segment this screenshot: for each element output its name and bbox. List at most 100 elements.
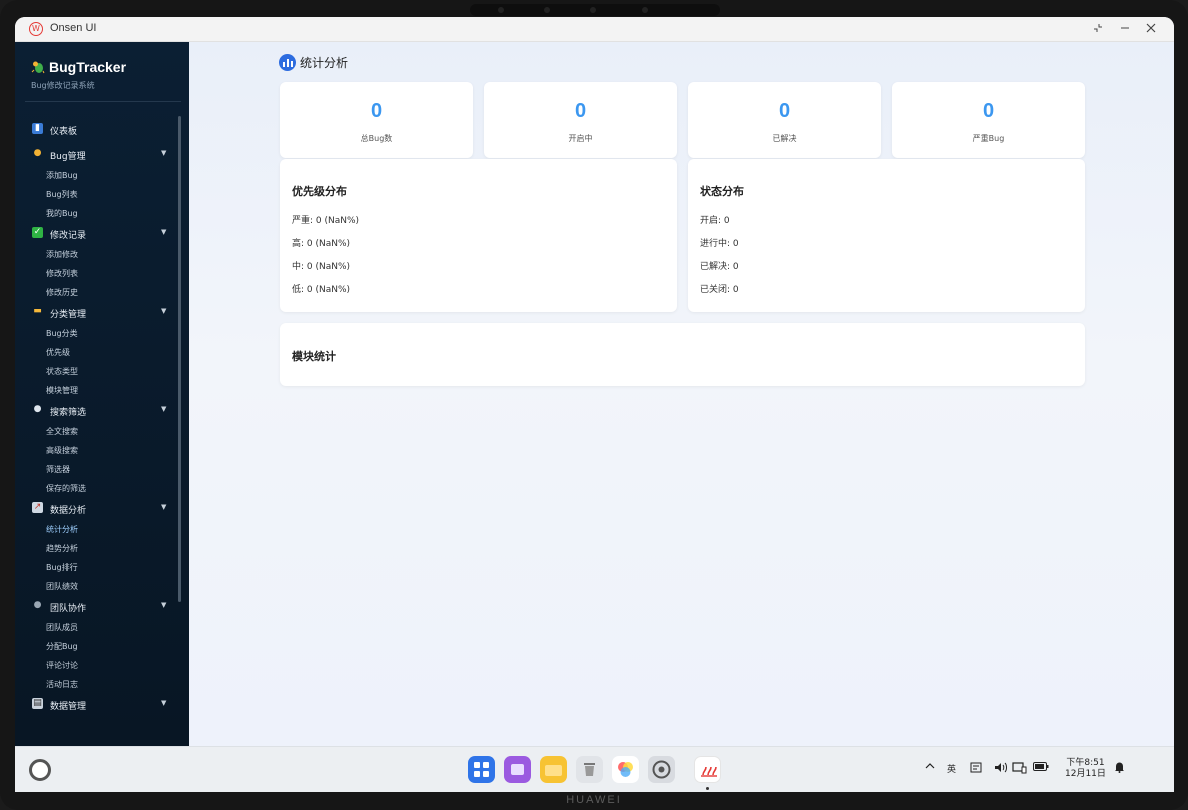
sidebar-group-label: 分类管理	[50, 310, 87, 320]
multitask-icon[interactable]	[504, 756, 531, 783]
sidebar-group[interactable]: ▮ 仪表板	[15, 119, 175, 144]
window-title: Onsen UI	[50, 22, 97, 34]
sidebar-item[interactable]: 分配Bug	[15, 637, 175, 656]
sidebar-item-label: 高级搜索	[46, 446, 78, 455]
app-grid-icon[interactable]	[468, 756, 495, 783]
stat-card-open: 0 开启中	[484, 82, 677, 158]
status-distribution-panel: 状态分布 开启: 0 进行中: 0 已解决: 0 已关闭: 0	[688, 159, 1085, 312]
input-method-indicator[interactable]: 英	[947, 762, 956, 775]
sidebar-item[interactable]: Bug排行	[15, 558, 175, 577]
sidebar-item-label: 修改历史	[46, 288, 78, 297]
sidebar-item[interactable]: 活动日志	[15, 675, 175, 694]
system-clock[interactable]: 下午8:51 12月11日	[1065, 758, 1106, 780]
sidebar-item-label: 保存的筛选	[46, 484, 86, 493]
close-window-button[interactable]	[1141, 20, 1161, 38]
bar-chart-icon: ▮	[32, 123, 43, 134]
sidebar-item[interactable]: 高级搜索	[15, 441, 175, 460]
priority-row: 高: 0 (NaN%)	[292, 239, 351, 249]
bug-icon	[31, 61, 45, 74]
start-button[interactable]	[29, 759, 51, 781]
sidebar-item[interactable]: 模块管理	[15, 381, 175, 400]
priority-row: 中: 0 (NaN%)	[292, 262, 351, 272]
gallery-icon[interactable]	[612, 756, 639, 783]
screen: W Onsen UI BugTracker Bug修改记录系统 ▮ 仪表板 ● …	[15, 17, 1174, 792]
sidebar: BugTracker Bug修改记录系统 ▮ 仪表板 ● Bug管理 ▼ 添加Bug Bug…	[15, 42, 189, 746]
chevron-down-icon: ▼	[161, 699, 167, 707]
priority-distribution-panel: 优先级分布 严重: 0 (NaN%) 高: 0 (NaN%) 中: 0 (NaN…	[280, 159, 677, 312]
sidebar-item-label: 统计分析	[46, 525, 78, 534]
camera-bar	[470, 4, 720, 16]
sidebar-group[interactable]: ● 搜索筛选 ▼	[15, 400, 175, 422]
clock-date: 12月11日	[1065, 769, 1106, 779]
sidebar-group[interactable]: ▬ 分类管理 ▼	[15, 302, 175, 324]
sidebar-item[interactable]: 修改列表	[15, 264, 175, 283]
settings-icon[interactable]	[648, 756, 675, 783]
sidebar-item[interactable]: 优先级	[15, 343, 175, 362]
chevron-down-icon: ▼	[161, 228, 167, 236]
display-icon[interactable]	[1012, 762, 1027, 777]
sidebar-item[interactable]: 趋势分析	[15, 539, 175, 558]
sidebar-item[interactable]: 我的Bug	[15, 204, 175, 223]
stat-card-critical: 0 严重Bug	[892, 82, 1085, 158]
brand-name: BugTracker	[49, 59, 127, 75]
panel-title: 优先级分布	[292, 185, 347, 198]
sidebar-item[interactable]: 全文搜索	[15, 422, 175, 441]
sidebar-group[interactable]: ● 团队协作 ▼	[15, 596, 175, 618]
status-row: 开启: 0	[700, 216, 730, 226]
chevron-down-icon: ▼	[161, 307, 167, 315]
restore-window-button[interactable]	[1088, 20, 1108, 38]
onsen-app-icon[interactable]	[694, 756, 721, 783]
trash-icon[interactable]	[576, 756, 603, 783]
stat-value: 0	[778, 100, 791, 122]
onsen-logo-icon: W	[29, 22, 43, 36]
team-icon: ●	[33, 600, 42, 610]
sidebar-item[interactable]: 状态类型	[15, 362, 175, 381]
stat-card-total: 0 总Bug数	[280, 82, 473, 158]
search-icon: ●	[33, 404, 42, 414]
sidebar-group-label: 修改记录	[50, 231, 87, 241]
files-icon[interactable]	[540, 756, 567, 783]
sidebar-item-label: 团队绩效	[46, 582, 78, 591]
sidebar-item-label: 我的Bug	[46, 209, 78, 218]
brand-subtitle: Bug修改记录系统	[31, 81, 95, 90]
minimize-icon	[1121, 27, 1129, 29]
volume-icon[interactable]	[994, 762, 1007, 776]
sidebar-scrollbar[interactable]	[178, 116, 181, 602]
device-brand-label: HUAWEI	[566, 794, 622, 806]
clock-time: 下午8:51	[1066, 758, 1105, 768]
page-header: 统计分析	[279, 52, 348, 71]
stat-value: 0	[574, 100, 587, 122]
sidebar-item[interactable]: 添加修改	[15, 245, 175, 264]
sidebar-item[interactable]: 添加Bug	[15, 166, 175, 185]
sidebar-item-label: 修改列表	[46, 269, 78, 278]
battery-icon[interactable]	[1033, 762, 1049, 774]
sidebar-item-label: 分配Bug	[46, 642, 78, 651]
notes-icon[interactable]	[970, 762, 982, 776]
sidebar-divider	[25, 101, 181, 102]
tray-chevron-icon[interactable]	[925, 762, 935, 773]
sidebar-item[interactable]: 统计分析	[15, 520, 175, 539]
sidebar-item[interactable]: 筛选器	[15, 460, 175, 479]
sidebar-group[interactable]: ▤ 数据管理 ▼	[15, 694, 175, 716]
main-content: 统计分析 0 总Bug数 0 开启中 0 已解决 0 严重Bug 优先级分布 严…	[189, 42, 1174, 746]
sidebar-item[interactable]: Bug分类	[15, 324, 175, 343]
sidebar-item[interactable]: 团队绩效	[15, 577, 175, 596]
sidebar-group-label: 数据管理	[50, 702, 87, 712]
notification-bell-icon[interactable]	[1114, 761, 1125, 776]
sidebar-item[interactable]: 修改历史	[15, 283, 175, 302]
sidebar-item[interactable]: Bug列表	[15, 185, 175, 204]
sidebar-group-label: 团队协作	[50, 604, 87, 614]
brand: BugTracker Bug修改记录系统	[31, 57, 126, 91]
sidebar-item[interactable]: 团队成员	[15, 618, 175, 637]
sidebar-group[interactable]: ↗ 数据分析 ▼	[15, 498, 175, 520]
sidebar-group[interactable]: ● Bug管理 ▼	[15, 144, 175, 166]
sidebar-item[interactable]: 评论讨论	[15, 656, 175, 675]
close-icon	[1146, 23, 1156, 33]
sidebar-group[interactable]: ✓ 修改记录 ▼	[15, 223, 175, 245]
sidebar-item-label: Bug排行	[46, 563, 78, 572]
sidebar-item-label: Bug列表	[46, 190, 78, 199]
taskbar: 英 下午8:51 12月11日	[15, 746, 1174, 792]
minimize-window-button[interactable]	[1115, 20, 1135, 38]
folder-icon: ▬	[33, 306, 42, 316]
sidebar-item[interactable]: 保存的筛选	[15, 479, 175, 498]
